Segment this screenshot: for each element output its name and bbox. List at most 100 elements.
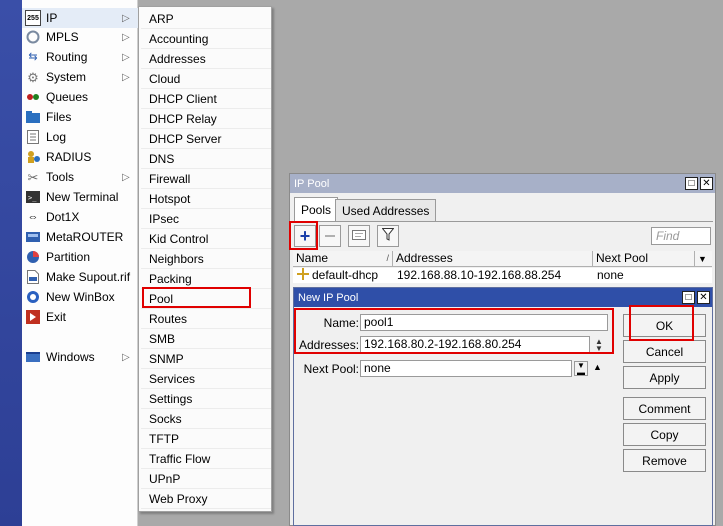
ok-button[interactable]: OK [623, 314, 706, 337]
submenu-arrow-icon: ▷ [122, 51, 130, 63]
filter-button[interactable] [377, 225, 399, 247]
next-pool-select[interactable]: none [360, 360, 572, 377]
submenu-item-arp[interactable]: ARP [141, 9, 271, 29]
submenu-item-hotspot[interactable]: Hotspot [141, 189, 271, 209]
comment-button[interactable] [348, 225, 370, 247]
terminal-icon: >_ [25, 189, 41, 205]
pool-icon [297, 268, 309, 283]
winbox-left-bar [0, 0, 22, 526]
windows-icon [25, 349, 41, 365]
submenu-item-routes[interactable]: Routes [141, 309, 271, 329]
tab-pools[interactable]: Pools [294, 197, 339, 221]
submenu-item-web-proxy[interactable]: Web Proxy [141, 489, 271, 509]
submenu-item-ipsec[interactable]: IPsec [141, 209, 271, 229]
submenu-item-cloud[interactable]: Cloud [141, 69, 271, 89]
main-menu: 255 IP ▷ MPLS ▷ ⇆ Routing ▷ ⚙ System ▷ Q… [22, 0, 138, 526]
mpls-icon [25, 29, 41, 45]
close-icon[interactable]: ✕ [700, 177, 713, 190]
submenu-item-pool[interactable]: Pool [141, 289, 271, 309]
maximize-icon[interactable]: □ [682, 291, 695, 304]
comment-button-dialog[interactable]: Comment [623, 397, 706, 420]
sort-icon: / [386, 253, 389, 263]
collapse-up-icon[interactable]: ▲ [593, 362, 602, 372]
menu-item-routing[interactable]: ⇆ Routing ▷ [22, 47, 138, 67]
submenu-item-dhcp-server[interactable]: DHCP Server [141, 129, 271, 149]
find-input[interactable]: Find [651, 227, 711, 245]
submenu-item-addresses[interactable]: Addresses [141, 49, 271, 69]
row-next-pool: none [597, 268, 624, 282]
menu-item-windows[interactable]: Windows ▷ [22, 347, 138, 367]
submenu-item-firewall[interactable]: Firewall [141, 169, 271, 189]
winbox-icon [25, 289, 41, 305]
submenu-item-traffic-flow[interactable]: Traffic Flow [141, 449, 271, 469]
menu-item-new-winbox[interactable]: New WinBox [22, 287, 138, 307]
new-ip-pool-titlebar[interactable]: New IP Pool □ ✕ [294, 288, 712, 307]
menu-item-queues[interactable]: Queues [22, 87, 138, 107]
folder-icon [25, 109, 41, 125]
menu-item-metarouter[interactable]: MetaROUTER [22, 227, 138, 247]
menu-item-ip[interactable]: 255 IP ▷ [22, 8, 138, 28]
column-next-pool[interactable]: Next Pool [593, 251, 695, 267]
table-row[interactable]: default-dhcp 192.168.88.10-192.168.88.25… [293, 268, 712, 283]
submenu-item-socks[interactable]: Socks [141, 409, 271, 429]
menu-item-dot1x[interactable]: ⇔ Dot1X [22, 207, 138, 227]
menu-item-partition[interactable]: Partition [22, 247, 138, 267]
column-chooser[interactable]: ▼ [695, 251, 712, 267]
menu-item-make-supout[interactable]: Make Supout.rif [22, 267, 138, 287]
submenu-item-tftp[interactable]: TFTP [141, 429, 271, 449]
submenu-arrow-icon: ▷ [122, 31, 130, 43]
tab-divider [292, 221, 713, 222]
maximize-icon[interactable]: □ [685, 177, 698, 190]
submenu-arrow-icon: ▷ [122, 12, 130, 24]
radius-icon [25, 149, 41, 165]
comment-icon [352, 228, 366, 244]
tab-used-addresses[interactable]: Used Addresses [335, 199, 437, 221]
ip-pool-titlebar[interactable]: IP Pool □ ✕ [290, 174, 715, 193]
add-button[interactable]: + [294, 225, 316, 247]
menu-item-new-terminal[interactable]: >_ New Terminal [22, 187, 138, 207]
pool-table-header: Name / Addresses Next Pool ▼ [293, 251, 712, 267]
queues-icon [25, 89, 41, 105]
metarouter-icon [25, 229, 41, 245]
cancel-button[interactable]: Cancel [623, 340, 706, 363]
filter-icon [381, 228, 395, 244]
close-icon[interactable]: ✕ [697, 291, 710, 304]
submenu-item-smb[interactable]: SMB [141, 329, 271, 349]
submenu-item-snmp[interactable]: SNMP [141, 349, 271, 369]
routing-icon: ⇆ [28, 50, 38, 63]
submenu-item-upnp[interactable]: UPnP [141, 469, 271, 489]
menu-item-mpls[interactable]: MPLS ▷ [22, 27, 138, 47]
menu-item-tools[interactable]: ✂ Tools ▷ [22, 167, 138, 187]
submenu-item-dhcp-relay[interactable]: DHCP Relay [141, 109, 271, 129]
minus-icon [325, 235, 335, 237]
menu-item-exit[interactable]: Exit [22, 307, 138, 327]
submenu-item-packing[interactable]: Packing [141, 269, 271, 289]
menu-item-log[interactable]: Log [22, 127, 138, 147]
submenu-item-kid-control[interactable]: Kid Control [141, 229, 271, 249]
submenu-item-dns[interactable]: DNS [141, 149, 271, 169]
menu-item-radius[interactable]: RADIUS [22, 147, 138, 167]
copy-button[interactable]: Copy [623, 423, 706, 446]
updown-icon[interactable]: ▲ ▼ [593, 338, 605, 353]
column-name[interactable]: Name / [293, 251, 393, 267]
menu-item-files[interactable]: Files [22, 107, 138, 127]
addresses-field[interactable]: 192.168.80.2-192.168.80.254 [360, 336, 590, 353]
submenu-item-settings[interactable]: Settings [141, 389, 271, 409]
menu-item-system[interactable]: ⚙ System ▷ [22, 67, 138, 87]
column-addresses[interactable]: Addresses [393, 251, 593, 267]
log-icon [25, 129, 41, 145]
dropdown-icon[interactable]: ▼ ▬ [574, 361, 588, 377]
submenu-item-services[interactable]: Services [141, 369, 271, 389]
apply-button[interactable]: Apply [623, 366, 706, 389]
submenu-item-neighbors[interactable]: Neighbors [141, 249, 271, 269]
supout-icon [25, 269, 41, 285]
remove-button[interactable] [319, 225, 341, 247]
submenu-item-accounting[interactable]: Accounting [141, 29, 271, 49]
submenu-arrow-icon: ▷ [122, 71, 130, 83]
remove-button-dialog[interactable]: Remove [623, 449, 706, 472]
submenu-item-dhcp-client[interactable]: DHCP Client [141, 89, 271, 109]
gear-icon: ⚙ [27, 69, 39, 85]
chevron-down-icon: ▼ [698, 254, 707, 264]
next-pool-label: Next Pool: [303, 362, 359, 376]
name-field[interactable]: pool1 [360, 314, 608, 331]
